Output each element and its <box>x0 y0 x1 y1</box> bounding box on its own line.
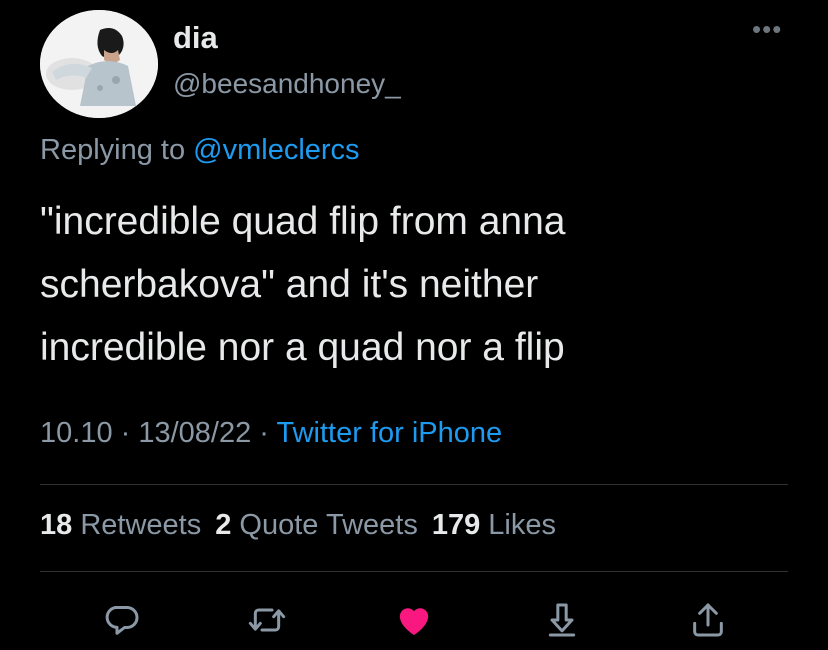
retweets-stat[interactable]: 18 Retweets <box>40 509 201 541</box>
quotes-count: 2 <box>215 509 232 541</box>
avatar[interactable] <box>40 10 158 118</box>
reply-mention-link[interactable]: @vmleclercs <box>193 134 359 166</box>
user-handle[interactable]: @beesandhoney_ <box>173 68 401 100</box>
retweets-count: 18 <box>40 509 73 541</box>
share-icon <box>693 603 723 637</box>
retweet-icon <box>248 608 286 632</box>
tweet-meta: 10.10 · 13/08/22 · Twitter for iPhone <box>40 417 502 450</box>
likes-stat[interactable]: 179 Likes <box>432 509 556 541</box>
divider <box>40 484 788 485</box>
divider <box>40 571 788 572</box>
engagement-stats: 18 Retweets 2 Quote Tweets 179 Likes <box>40 509 556 542</box>
reply-button[interactable] <box>100 598 144 642</box>
avatar-image <box>40 10 158 118</box>
quotes-stat[interactable]: 2 Quote Tweets <box>215 509 418 541</box>
reply-icon <box>105 606 139 635</box>
display-name[interactable]: dia <box>173 20 218 56</box>
tweet-source-link[interactable]: Twitter for iPhone <box>277 417 503 449</box>
action-bar <box>0 590 828 650</box>
quotes-label: Quote Tweets <box>239 509 418 541</box>
heart-icon <box>399 608 429 635</box>
retweet-button[interactable] <box>245 598 289 642</box>
more-icon[interactable]: ••• <box>752 14 782 45</box>
likes-count: 179 <box>431 509 481 541</box>
tweet-time[interactable]: 10.10 <box>40 417 113 449</box>
tweet-text: "incredible quad flip from anna scherbak… <box>40 200 566 369</box>
tweet-date[interactable]: 13/08/22 <box>138 417 251 449</box>
likes-label: Likes <box>488 509 556 541</box>
meta-separator: · <box>112 417 139 449</box>
replying-prefix: Replying to <box>40 134 194 166</box>
replying-to: Replying to @vmleclercs <box>40 134 360 167</box>
bookmark-icon <box>548 603 576 637</box>
retweets-label: Retweets <box>80 509 202 541</box>
share-button[interactable] <box>686 598 730 642</box>
like-button[interactable] <box>392 598 436 642</box>
meta-separator: · <box>251 417 277 449</box>
bookmark-button[interactable] <box>540 598 584 642</box>
